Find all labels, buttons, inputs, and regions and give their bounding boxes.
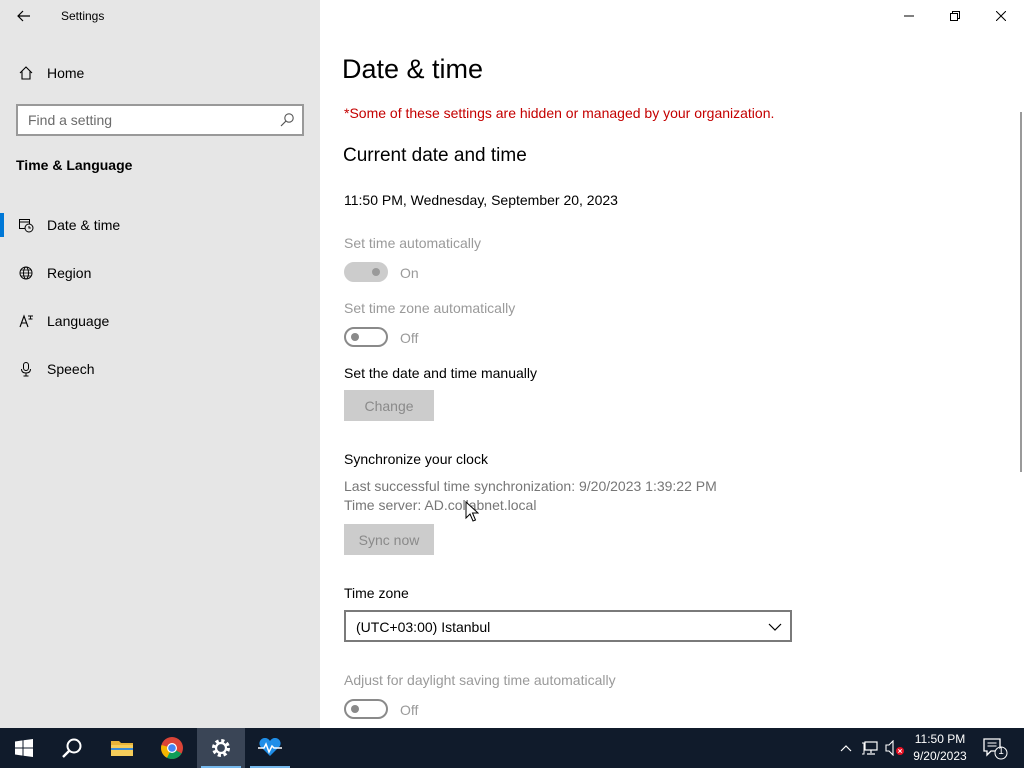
current-date-time: 11:50 PM, Wednesday, September 20, 2023 (344, 192, 618, 208)
clock-time: 11:50 PM (914, 732, 966, 746)
notification-count: 1 (998, 746, 1004, 757)
search-icon[interactable] (279, 112, 295, 128)
set-tz-auto-toggle[interactable] (344, 327, 388, 347)
set-time-auto-label: Set time automatically (344, 235, 481, 251)
taskbar-search-button[interactable] (48, 728, 96, 768)
set-time-auto-state: On (400, 265, 419, 281)
start-button[interactable] (0, 728, 48, 768)
back-button[interactable] (10, 4, 38, 28)
language-icon (17, 312, 35, 330)
search-icon (62, 738, 82, 758)
app-title: Settings (61, 9, 105, 23)
section-heading: Time & Language (16, 157, 133, 173)
close-icon (996, 11, 1006, 21)
set-time-auto-toggle[interactable] (344, 262, 388, 282)
globe-icon (17, 264, 35, 282)
back-arrow-icon (17, 10, 30, 22)
org-warning: *Some of these settings are hidden or ma… (344, 105, 775, 121)
minimize-button[interactable] (886, 0, 932, 32)
toggle-knob (351, 705, 359, 713)
change-button[interactable]: Change (344, 390, 434, 421)
action-center-button[interactable]: 1 (980, 736, 1008, 760)
minimize-icon (904, 15, 914, 17)
restore-button[interactable] (932, 0, 978, 32)
microphone-icon (17, 360, 35, 378)
taskbar-file-explorer[interactable] (98, 728, 146, 768)
titlebar-left: Settings (0, 0, 320, 32)
sidebar-item-region[interactable]: Region (0, 255, 320, 291)
windows-start-icon (15, 739, 33, 757)
sidebar-item-language[interactable]: Language (0, 303, 320, 339)
time-zone-dropdown[interactable]: (UTC+03:00) Istanbul (344, 610, 792, 642)
settings-icon (212, 739, 230, 757)
sidebar-item-label: Region (47, 265, 92, 281)
sidebar-item-label: Home (47, 65, 85, 81)
toggle-knob (351, 333, 359, 341)
toggle-knob (372, 268, 380, 276)
sidebar: Settings Home Time & Language (0, 0, 320, 728)
sync-now-button[interactable]: Sync now (344, 524, 434, 555)
home-icon (17, 64, 35, 82)
mouse-cursor-icon (465, 501, 479, 522)
set-tz-auto-label: Set time zone automatically (344, 300, 516, 316)
taskbar-chrome[interactable] (148, 728, 196, 768)
file-explorer-icon (111, 741, 133, 756)
date-time-icon (17, 216, 35, 234)
sync-clock-label: Synchronize your clock (344, 451, 488, 467)
taskbar-health-monitor[interactable] (246, 728, 294, 768)
scrollbar[interactable] (1020, 112, 1022, 472)
taskbar-clock[interactable]: 11:50 PM 9/20/2023 (905, 731, 975, 765)
window-controls (886, 0, 1024, 32)
current-date-time-heading: Current date and time (343, 145, 527, 166)
network-icon (862, 741, 878, 755)
taskbar: 11:50 PM 9/20/2023 1 (0, 728, 1024, 768)
volume-tray[interactable] (885, 738, 905, 758)
health-monitor-icon (258, 738, 282, 756)
restore-icon (950, 11, 960, 21)
clock-date: 9/20/2023 (913, 749, 967, 763)
time-zone-label: Time zone (344, 585, 409, 601)
set-tz-auto-state: Off (400, 330, 419, 346)
sidebar-item-label: Date & time (47, 217, 121, 233)
show-hidden-icons[interactable] (836, 738, 856, 758)
chevron-up-icon (840, 745, 852, 752)
close-button[interactable] (978, 0, 1024, 32)
settings-window: Settings Home Time & Language (0, 0, 1024, 728)
dst-auto-state: Off (400, 702, 419, 718)
chevron-down-icon (768, 623, 782, 631)
sidebar-item-label: Speech (47, 361, 95, 377)
sidebar-item-date-time[interactable]: Date & time (0, 207, 320, 243)
volume-muted-icon (885, 740, 904, 756)
page-title: Date & time (342, 54, 484, 84)
main-content: Date & time *Some of these settings are … (320, 0, 1024, 728)
manual-date-time-label: Set the date and time manually (344, 365, 538, 381)
network-tray[interactable] (861, 738, 881, 758)
chrome-icon (161, 737, 183, 759)
sidebar-item-label: Language (47, 313, 110, 329)
sidebar-item-speech[interactable]: Speech (0, 351, 320, 387)
dst-auto-label: Adjust for daylight saving time automati… (344, 672, 616, 688)
last-sync-info: Last successful time synchronization: 9/… (344, 478, 717, 494)
time-zone-value: (UTC+03:00) Istanbul (356, 619, 491, 635)
search-input[interactable] (18, 106, 268, 134)
taskbar-settings[interactable] (197, 728, 245, 768)
sidebar-item-home[interactable]: Home (0, 58, 320, 88)
time-server-info: Time server: AD.collabnet.local (344, 497, 537, 513)
search-box (16, 104, 304, 136)
dst-auto-toggle[interactable] (344, 699, 388, 719)
